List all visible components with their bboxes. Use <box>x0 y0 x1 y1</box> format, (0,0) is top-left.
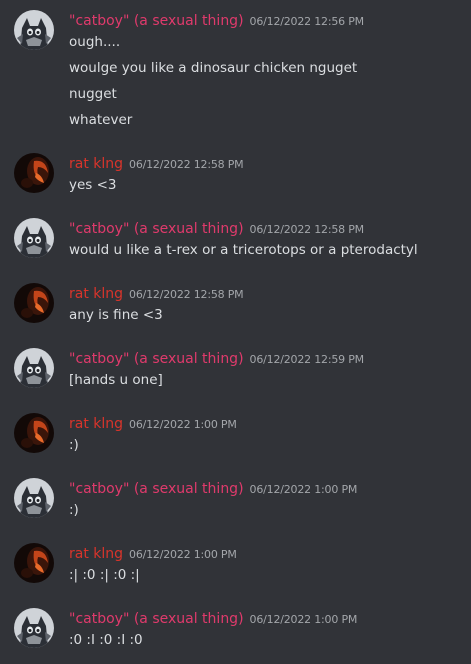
message-text: [hands u one] <box>69 372 163 388</box>
avatar-catboy[interactable] <box>14 608 54 648</box>
message-header: "catboy" (a sexual thing) 06/12/2022 12:5… <box>69 218 364 238</box>
message-text: whatever <box>69 112 133 128</box>
avatar-catboy[interactable] <box>14 218 54 258</box>
timestamp: 06/12/2022 1:00 PM <box>249 613 358 626</box>
message-header: "catboy" (a sexual thing) 06/12/2022 1:00… <box>69 478 357 498</box>
message-text: :0 :I :0 :I :0 <box>69 632 143 648</box>
message-text: :) <box>69 437 79 453</box>
catboy-avatar-image <box>14 478 54 518</box>
username[interactable]: "catboy" (a sexual thing) <box>69 351 244 367</box>
timestamp: 06/12/2022 12:58 PM <box>129 288 244 301</box>
message-text: woulge you like a dinosaur chicken nguge… <box>69 60 358 76</box>
message-header: rat klng 06/12/2022 1:00 PM <box>69 543 237 563</box>
rat-king-avatar-image <box>14 153 54 193</box>
avatar-catboy[interactable] <box>14 10 54 50</box>
avatar-rat-king[interactable] <box>14 543 54 583</box>
message-text: :| :0 :| :0 :| <box>69 567 140 583</box>
catboy-avatar-image <box>14 218 54 258</box>
rat-king-avatar-image <box>14 543 54 583</box>
username[interactable]: "catboy" (a sexual thing) <box>69 481 244 497</box>
message-text: yes <3 <box>69 177 117 193</box>
catboy-avatar-image <box>14 348 54 388</box>
username[interactable]: rat klng <box>69 286 123 302</box>
timestamp: 06/12/2022 12:59 PM <box>249 353 365 366</box>
message-header: rat klng 06/12/2022 1:00 PM <box>69 413 237 433</box>
avatar-catboy[interactable] <box>14 348 54 388</box>
avatar-rat-king[interactable] <box>14 153 54 193</box>
message-header: rat klng 06/12/2022 12:58 PM <box>69 153 244 173</box>
timestamp: 06/12/2022 12:58 PM <box>129 158 244 171</box>
message-text: would u like a t-rex or a tricerotops or… <box>69 242 418 258</box>
rat-king-avatar-image <box>14 413 54 453</box>
message-text: nugget <box>69 86 117 102</box>
rat-king-avatar-image <box>14 283 54 323</box>
message-header: rat klng 06/12/2022 12:58 PM <box>69 283 244 303</box>
message-text: ough.... <box>69 34 121 50</box>
timestamp: 06/12/2022 1:00 PM <box>129 418 237 431</box>
username[interactable]: rat klng <box>69 156 123 172</box>
username[interactable]: "catboy" (a sexual thing) <box>69 13 244 29</box>
catboy-avatar-image <box>14 608 54 648</box>
message-header: "catboy" (a sexual thing) 06/12/2022 12:5… <box>69 348 364 368</box>
avatar-catboy[interactable] <box>14 478 54 518</box>
username[interactable]: rat klng <box>69 546 123 562</box>
chat-message-list: "catboy" (a sexual thing) 06/12/2022 12:5… <box>0 0 471 664</box>
message-header: "catboy" (a sexual thing) 06/12/2022 1:00… <box>69 608 357 628</box>
message-text: any is fine <3 <box>69 307 163 323</box>
timestamp: 06/12/2022 1:00 PM <box>249 483 358 496</box>
username[interactable]: "catboy" (a sexual thing) <box>69 611 244 627</box>
timestamp: 06/12/2022 12:56 PM <box>249 15 365 28</box>
username[interactable]: rat klng <box>69 416 123 432</box>
username[interactable]: "catboy" (a sexual thing) <box>69 221 244 237</box>
avatar-rat-king[interactable] <box>14 413 54 453</box>
message-header: "catboy" (a sexual thing) 06/12/2022 12:5… <box>69 10 364 30</box>
catboy-avatar-image <box>14 10 54 50</box>
message-text: :) <box>69 502 79 518</box>
avatar-rat-king[interactable] <box>14 283 54 323</box>
timestamp: 06/12/2022 12:58 PM <box>249 223 365 236</box>
timestamp: 06/12/2022 1:00 PM <box>129 548 237 561</box>
